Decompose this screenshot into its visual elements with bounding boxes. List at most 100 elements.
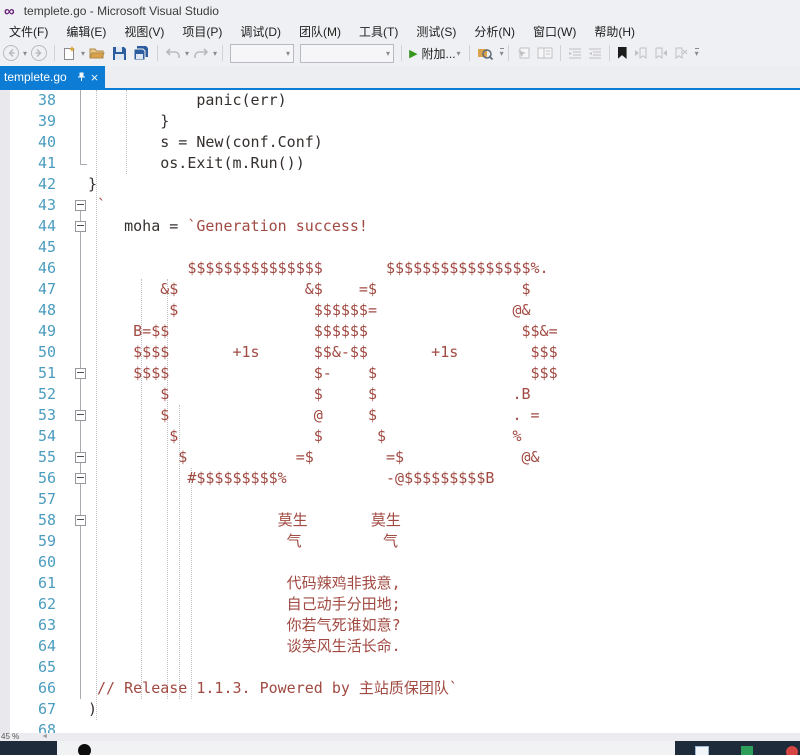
new-file-button[interactable] [60, 43, 79, 63]
menu-analyze[interactable]: 分析(N) [465, 23, 524, 40]
fold-toggle-line-55[interactable] [75, 452, 86, 463]
toolbar-combo-2[interactable]: ▾ [300, 44, 394, 63]
line-number-58: 58 [10, 510, 56, 531]
menu-test[interactable]: 测试(S) [407, 23, 465, 40]
navigate-to-button[interactable] [514, 43, 533, 63]
menu-tools[interactable]: 工具(T) [350, 23, 407, 40]
code-text-area[interactable]: panic(err) } s = New(conf.Conf) os.Exit(… [88, 90, 558, 733]
code-line-39[interactable]: } [88, 111, 558, 132]
fold-toggle-line-53[interactable] [75, 410, 86, 421]
comment-button[interactable] [535, 43, 555, 63]
line-number-66: 66 [10, 678, 56, 699]
redo-button[interactable] [191, 43, 211, 63]
tab-templete-go[interactable]: templete.go × [0, 66, 105, 88]
code-line-38[interactable]: panic(err) [88, 90, 558, 111]
save-button[interactable] [110, 43, 129, 63]
breakpoint-margin[interactable] [0, 90, 10, 733]
toggle-bookmark-button[interactable] [618, 47, 627, 59]
menu-team[interactable]: 团队(M) [290, 23, 350, 40]
taskbar-search-box[interactable] [57, 741, 675, 755]
code-line-53[interactable]: $ @ $ . = [88, 405, 558, 426]
fold-toggle-line-58[interactable] [75, 515, 86, 526]
menu-window[interactable]: 窗口(W) [524, 23, 585, 40]
menu-view[interactable]: 视图(V) [115, 23, 173, 40]
code-line-56[interactable]: #$$$$$$$$$% -@$$$$$$$$$B [88, 468, 558, 489]
titlebar: ∞ templete.go - Microsoft Visual Studio [0, 0, 800, 22]
open-file-button[interactable] [87, 43, 108, 63]
fold-toggle-line-44[interactable] [75, 221, 86, 232]
previous-bookmark-button[interactable] [632, 43, 650, 63]
redo-dropdown[interactable]: ▾ [213, 49, 217, 58]
code-line-67[interactable]: ) [88, 699, 558, 720]
line-number-50: 50 [10, 342, 56, 363]
code-line-40[interactable]: s = New(conf.Conf) [88, 132, 558, 153]
fold-toggle-line-43[interactable] [75, 200, 86, 211]
code-line-54[interactable]: $ $ $ % [88, 426, 558, 447]
next-bookmark-icon [654, 47, 668, 59]
next-bookmark-button[interactable] [652, 43, 670, 63]
undo-button[interactable] [163, 43, 183, 63]
code-line-65[interactable] [88, 657, 558, 678]
line-number-45: 45 [10, 237, 56, 258]
taskbar-app-icon-3[interactable] [786, 746, 798, 755]
undo-dropdown[interactable]: ▾ [185, 49, 189, 58]
increase-indent-button[interactable] [586, 43, 604, 63]
navigate-forward-button[interactable] [29, 43, 49, 63]
horizontal-scrollbar[interactable]: 45 % ◄ [0, 733, 800, 741]
menu-debug[interactable]: 调试(D) [231, 23, 290, 40]
new-file-dropdown[interactable]: ▾ [81, 49, 85, 58]
menu-edit[interactable]: 编辑(E) [57, 23, 115, 40]
taskbar-app-icon-1[interactable] [695, 746, 709, 755]
save-all-button[interactable] [131, 43, 152, 63]
code-line-55[interactable]: $ =$ =$ @& [88, 447, 558, 468]
code-line-63[interactable]: 你若气死谁如意? [88, 615, 558, 636]
line-number-61: 61 [10, 573, 56, 594]
line-number-52: 52 [10, 384, 56, 405]
code-line-47[interactable]: &$ &$ =$ $ [88, 279, 558, 300]
code-line-61[interactable]: 代码辣鸡非我意, [88, 573, 558, 594]
cursor-box-icon [516, 46, 531, 60]
code-line-57[interactable] [88, 489, 558, 510]
code-line-60[interactable] [88, 552, 558, 573]
clear-bookmarks-button[interactable] [672, 43, 690, 63]
line-number-49: 49 [10, 321, 56, 342]
code-line-43[interactable]: ` [88, 195, 558, 216]
decrease-indent-button[interactable] [566, 43, 584, 63]
navigate-back-button[interactable] [1, 43, 21, 63]
run-icon: ▶ [409, 47, 417, 60]
code-line-58[interactable]: 莫生 莫生 [88, 510, 558, 531]
menu-file[interactable]: 文件(F) [0, 23, 57, 40]
close-tab-icon[interactable]: × [91, 71, 99, 84]
code-line-68[interactable] [88, 720, 558, 733]
attach-debugger-button[interactable]: ▶ 附加... ▾ [406, 45, 465, 62]
find-options-dropdown[interactable]: ▾ [500, 48, 504, 58]
scroll-left-icon[interactable]: ◄ [41, 733, 48, 741]
toolbar-combo-1[interactable]: ▾ [230, 44, 294, 63]
fold-toggle-line-51[interactable] [75, 368, 86, 379]
code-line-64[interactable]: 谈笑风生活长命. [88, 636, 558, 657]
code-line-48[interactable]: $ $$$$$$= @& [88, 300, 558, 321]
back-dropdown[interactable]: ▾ [23, 49, 27, 58]
toolbar-separator [469, 45, 470, 61]
code-line-46[interactable]: $$$$$$$$$$$$$$$ $$$$$$$$$$$$$$$$%. [88, 258, 558, 279]
code-line-62[interactable]: 自己动手分田地; [88, 594, 558, 615]
pin-tab-icon[interactable] [77, 72, 86, 82]
fold-toggle-line-56[interactable] [75, 473, 86, 484]
menu-help[interactable]: 帮助(H) [585, 23, 644, 40]
code-line-49[interactable]: B=$$ $$$$$$ $$&= [88, 321, 558, 342]
code-line-66[interactable]: // Release 1.1.3. Powered by 主站质保团队` [88, 678, 558, 699]
toolbar-overflow-button[interactable]: ▾ [695, 48, 699, 58]
code-line-45[interactable] [88, 237, 558, 258]
outline-bracket-line [80, 211, 81, 221]
code-line-59[interactable]: 气 气 [88, 531, 558, 552]
taskbar-app-icon-2[interactable] [741, 746, 753, 755]
code-line-41[interactable]: os.Exit(m.Run()) [88, 153, 558, 174]
code-line-52[interactable]: $ $ $ .B [88, 384, 558, 405]
code-line-44[interactable]: moha = `Generation success! [88, 216, 558, 237]
code-line-51[interactable]: $$$$ $- $ $$$ [88, 363, 558, 384]
code-line-42[interactable]: } [88, 174, 558, 195]
menu-project[interactable]: 项目(P) [173, 23, 231, 40]
find-in-files-button[interactable] [475, 43, 495, 63]
code-line-50[interactable]: $$$$ +1s $$&-$$ +1s $$$ [88, 342, 558, 363]
code-editor[interactable]: 3839404142434445464748495051525354555657… [0, 90, 800, 733]
